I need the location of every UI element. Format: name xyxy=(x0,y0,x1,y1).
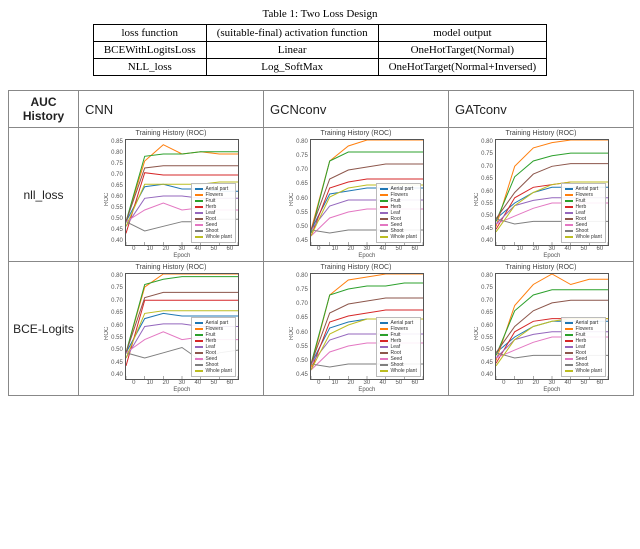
chart-plot: Aerial partFlowersFruitHerbLeafRootSeedS… xyxy=(125,273,239,380)
chart-xticks: 0102030405060 xyxy=(496,246,608,252)
chart-title: Training History (ROC) xyxy=(451,264,631,271)
td: BCEWithLogitsLoss xyxy=(93,42,206,59)
chart-xlabel: Epoch xyxy=(310,387,424,393)
chart-plot: Aerial partFlowersFruitHerbLeafRootSeedS… xyxy=(310,139,424,246)
chart-ylabel: ROC xyxy=(103,139,111,259)
chart-title: Training History (ROC) xyxy=(81,264,261,271)
chart-plot: Aerial partFlowersFruitHerbLeafRootSeedS… xyxy=(310,273,424,380)
chart-xlabel: Epoch xyxy=(310,253,424,259)
chart-bce-cnn: Training History (ROC) ROC 0.800.750.700… xyxy=(79,262,264,396)
chart-legend: Aerial partFlowersFruitHerbLeafRootSeedS… xyxy=(376,183,420,243)
chart-title: Training History (ROC) xyxy=(451,130,631,137)
chart-title: Training History (ROC) xyxy=(266,264,446,271)
chart-yticks: 0.800.750.700.650.600.550.500.45 xyxy=(296,139,310,244)
table-row: BCEWithLogitsLoss Linear OneHotTarget(No… xyxy=(93,42,546,59)
chart-bce-gat: Training History (ROC) ROC 0.800.750.700… xyxy=(449,262,634,396)
chart-plot: Aerial partFlowersFruitHerbLeafRootSeedS… xyxy=(495,273,609,380)
chart-xticks: 0102030405060 xyxy=(311,380,423,386)
table-row: loss function (suitable-final) activatio… xyxy=(93,25,546,42)
table-caption: Table 1: Two Loss Design xyxy=(8,8,632,20)
td: Log_SoftMax xyxy=(206,59,378,76)
th-loss: loss function xyxy=(93,25,206,42)
row-nll-loss: nll_loss xyxy=(9,128,79,262)
chart-ylabel: ROC xyxy=(473,273,481,393)
col-gcnconv: GCNconv xyxy=(264,91,449,128)
td: OneHotTarget(Normal) xyxy=(378,42,547,59)
chart-title: Training History (ROC) xyxy=(266,130,446,137)
chart-xlabel: Epoch xyxy=(495,253,609,259)
chart-nll-gat: Training History (ROC) ROC 0.800.750.700… xyxy=(449,128,634,262)
chart-yticks: 0.850.800.750.700.650.600.550.500.450.40 xyxy=(111,139,125,244)
chart-legend: Aerial partFlowersFruitHerbLeafRootSeedS… xyxy=(191,183,235,243)
chart-ylabel: ROC xyxy=(288,139,296,259)
chart-grid: AUC History CNN GCNconv GATconv nll_loss… xyxy=(8,90,634,396)
td: NLL_loss xyxy=(93,59,206,76)
chart-legend: Aerial partFlowersFruitHerbLeafRootSeedS… xyxy=(191,317,235,377)
td: OneHotTarget(Normal+Inversed) xyxy=(378,59,547,76)
chart-yticks: 0.800.750.700.650.600.550.500.450.40 xyxy=(481,273,495,378)
chart-ylabel: ROC xyxy=(288,273,296,393)
chart-xlabel: Epoch xyxy=(495,387,609,393)
loss-design-table: loss function (suitable-final) activatio… xyxy=(93,24,547,76)
chart-xlabel: Epoch xyxy=(125,253,239,259)
chart-xticks: 0102030405060 xyxy=(126,246,238,252)
chart-nll-cnn: Training History (ROC) ROC 0.850.800.750… xyxy=(79,128,264,262)
col-gatconv: GATconv xyxy=(449,91,634,128)
chart-nll-gcn: Training History (ROC) ROC 0.800.750.700… xyxy=(264,128,449,262)
chart-yticks: 0.800.750.700.650.600.550.500.450.40 xyxy=(481,139,495,244)
chart-plot: Aerial partFlowersFruitHerbLeafRootSeedS… xyxy=(125,139,239,246)
th-output: model output xyxy=(378,25,547,42)
chart-yticks: 0.800.750.700.650.600.550.500.45 xyxy=(296,273,310,378)
grid-corner: AUC History xyxy=(9,91,79,128)
chart-ylabel: ROC xyxy=(103,273,111,393)
chart-xticks: 0102030405060 xyxy=(311,246,423,252)
chart-plot: Aerial partFlowersFruitHerbLeafRootSeedS… xyxy=(495,139,609,246)
th-activation: (suitable-final) activation function xyxy=(206,25,378,42)
chart-title: Training History (ROC) xyxy=(81,130,261,137)
chart-legend: Aerial partFlowersFruitHerbLeafRootSeedS… xyxy=(561,183,605,243)
chart-xlabel: Epoch xyxy=(125,387,239,393)
chart-xticks: 0102030405060 xyxy=(126,380,238,386)
td: Linear xyxy=(206,42,378,59)
chart-ylabel: ROC xyxy=(473,139,481,259)
col-cnn: CNN xyxy=(79,91,264,128)
row-bce-logits: BCE-Logits xyxy=(9,262,79,396)
chart-legend: Aerial partFlowersFruitHerbLeafRootSeedS… xyxy=(376,317,420,377)
table-row: NLL_loss Log_SoftMax OneHotTarget(Normal… xyxy=(93,59,546,76)
chart-legend: Aerial partFlowersFruitHerbLeafRootSeedS… xyxy=(561,317,605,377)
chart-xticks: 0102030405060 xyxy=(496,380,608,386)
chart-yticks: 0.800.750.700.650.600.550.500.450.40 xyxy=(111,273,125,378)
chart-bce-gcn: Training History (ROC) ROC 0.800.750.700… xyxy=(264,262,449,396)
